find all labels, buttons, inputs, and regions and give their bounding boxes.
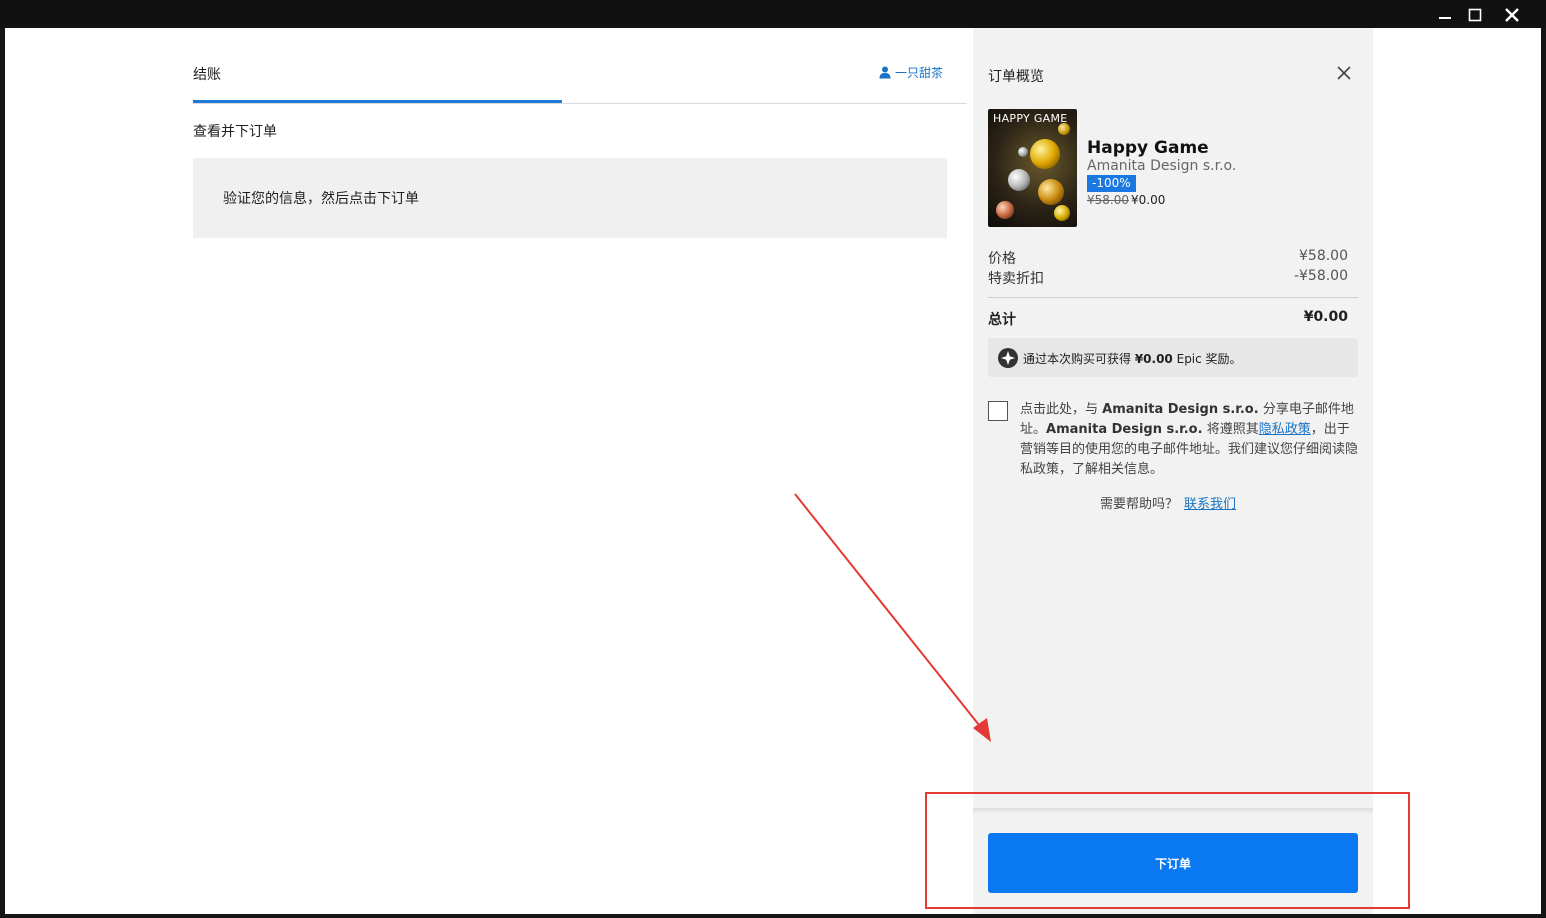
tab-checkout[interactable]: 结账 [193, 64, 221, 84]
total-value: ¥0.00 [1303, 309, 1348, 325]
close-window-icon[interactable] [1503, 6, 1521, 24]
info-box: 验证您的信息，然后点击下订单 [193, 158, 947, 238]
rewards-icon [998, 348, 1018, 368]
maximize-icon[interactable] [1466, 6, 1484, 24]
user-icon [879, 66, 891, 79]
contact-us-link[interactable]: 联系我们 [1184, 497, 1236, 512]
privacy-policy-link[interactable]: 隐私政策 [1259, 422, 1311, 437]
original-price: ¥58.00 [1087, 193, 1129, 207]
discount-badge: -100% [1087, 175, 1136, 192]
price-label: 价格 [988, 251, 1016, 267]
summary-title: 订单概览 [988, 69, 1044, 85]
thumbnail-art [1038, 179, 1064, 205]
thumbnail-art [1008, 169, 1030, 191]
minimize-icon[interactable] [1436, 6, 1454, 24]
final-price: ¥0.00 [1131, 193, 1166, 207]
price-value: ¥58.00 [1299, 248, 1348, 264]
tab-divider [193, 103, 967, 104]
section-title: 查看并下订单 [193, 124, 277, 140]
total-label: 总计 [988, 312, 1016, 328]
close-icon[interactable] [1336, 65, 1352, 81]
summary-divider [988, 297, 1358, 298]
order-summary-panel: 订单概览 HAPPY GAME Happy Game Amanita Desig… [973, 28, 1373, 914]
thumbnail-art [996, 201, 1014, 219]
thumbnail-art [1030, 139, 1060, 169]
thumbnail-title: HAPPY GAME [993, 112, 1068, 125]
epic-rewards-banner: 通过本次购买可获得 ¥0.00 Epic 奖励。 [988, 338, 1358, 377]
checkout-window: 结账 一只甜茶 查看并下订单 验证您的信息，然后点击下订单 订单概览 HAPPY… [5, 28, 1541, 914]
thumbnail-art [1058, 123, 1070, 135]
thumbnail-art [1054, 205, 1070, 221]
window-titlebar [0, 0, 1546, 28]
info-text: 验证您的信息，然后点击下订单 [223, 191, 419, 207]
email-share-checkbox[interactable] [988, 401, 1008, 421]
user-name: 一只甜茶 [895, 66, 944, 80]
annotation-highlight-box [925, 792, 1410, 909]
rewards-text: 通过本次购买可获得 ¥0.00 Epic 奖励。 [1023, 352, 1242, 366]
thumbnail-art [1018, 147, 1028, 157]
sale-discount-value: -¥58.00 [1293, 268, 1348, 284]
user-account-link[interactable]: 一只甜茶 [879, 64, 943, 81]
help-text: 需要帮助吗？ 联系我们 [1100, 497, 1237, 512]
tab-active-indicator [193, 100, 562, 103]
email-consent-text: 点击此处，与 Amanita Design s.r.o. 分享电子邮件地址。Am… [1020, 402, 1359, 477]
game-name: Happy Game [1087, 138, 1209, 158]
publisher-name: Amanita Design s.r.o. [1087, 158, 1237, 174]
game-thumbnail: HAPPY GAME [988, 109, 1077, 227]
sale-discount-label: 特卖折扣 [988, 271, 1044, 287]
